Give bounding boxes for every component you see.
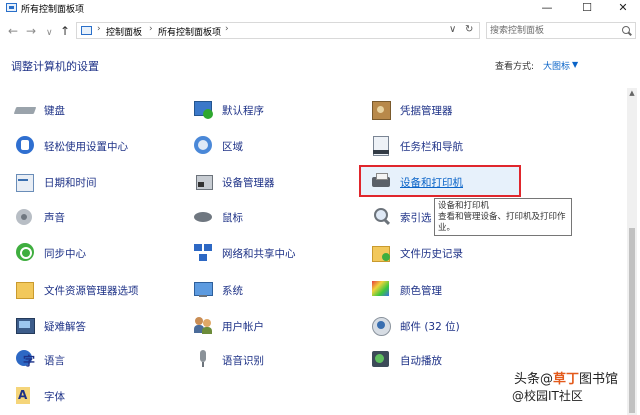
breadcrumb-separator: ›: [225, 24, 229, 34]
address-row: ← → ∨ ↑ › 控制面板 › 所有控制面板项 › ∨ ↻: [0, 20, 640, 42]
file-history-icon: [371, 242, 391, 262]
window-title: 所有控制面板项: [21, 5, 85, 15]
scroll-up-arrow-icon[interactable]: ▲: [627, 88, 637, 98]
mail-icon: [371, 315, 391, 336]
item-label: 凭据管理器: [400, 105, 453, 117]
control-panel-icon: [6, 3, 17, 12]
item-label: 文件历史记录: [400, 248, 463, 260]
item-label: 文件资源管理器选项: [44, 285, 139, 297]
printer-icon: [371, 171, 391, 191]
network-icon: [193, 242, 213, 262]
title-bar: 所有控制面板项 — ☐ ✕: [0, 0, 640, 16]
item-label: 设备和打印机: [400, 177, 463, 189]
watermark-part: 头条: [514, 372, 541, 387]
item-label: 轻松使用设置中心: [44, 141, 128, 153]
item-label: 日期和时间: [44, 177, 97, 189]
item-label: 任务栏和导航: [400, 141, 463, 153]
watermark-part: 图书馆: [579, 372, 619, 387]
page-title: 调整计算机的设置: [11, 60, 99, 73]
back-button[interactable]: ←: [8, 23, 18, 39]
watermark-line2: @校园IT社区: [512, 389, 583, 403]
chevron-down-icon[interactable]: ▼: [572, 60, 578, 69]
control-panel-icon: [81, 26, 92, 35]
forward-button[interactable]: →: [26, 23, 36, 39]
view-by-dropdown[interactable]: 大图标: [543, 59, 570, 72]
folder-options-icon: [15, 279, 35, 299]
item-label: 邮件 (32 位): [400, 321, 460, 333]
vault-icon: [371, 99, 391, 120]
item-label: 设备管理器: [222, 177, 275, 189]
item-label: 自动播放: [400, 355, 442, 367]
item-label: 网络和共享中心: [222, 248, 296, 260]
default-programs-icon: [193, 99, 213, 119]
item-label: 颜色管理: [400, 285, 442, 297]
item-label: 区域: [222, 141, 243, 153]
computer-icon: [193, 279, 213, 299]
up-button[interactable]: ↑: [60, 23, 70, 39]
breadcrumb-separator: ›: [149, 24, 153, 34]
address-bar[interactable]: › 控制面板 › 所有控制面板项 › ∨ ↻: [76, 22, 480, 39]
refresh-button[interactable]: ↻: [465, 24, 473, 35]
magnifier-icon: [371, 206, 391, 226]
watermark-part: @: [540, 372, 554, 387]
sync-icon: [15, 242, 35, 262]
item-label: 声音: [44, 212, 65, 224]
address-dropdown-button[interactable]: ∨: [449, 24, 456, 35]
microphone-icon: [193, 349, 213, 369]
color-management-icon: [371, 279, 391, 299]
item-label: 同步中心: [44, 248, 86, 260]
item-label: 键盘: [44, 105, 65, 117]
breadcrumb-control-panel[interactable]: 控制面板: [106, 25, 142, 38]
close-button[interactable]: ✕: [608, 0, 638, 16]
recent-locations-button[interactable]: ∨: [46, 25, 53, 41]
globe-clock-icon: [193, 135, 213, 155]
font-icon: A: [15, 385, 35, 405]
taskbar-icon: [371, 135, 391, 156]
tooltip-title: 设备和打印机: [438, 201, 490, 211]
minimize-button[interactable]: —: [532, 0, 562, 16]
search-input[interactable]: [490, 24, 610, 37]
language-icon: 字: [15, 349, 35, 369]
mouse-icon: [193, 206, 213, 226]
troubleshoot-icon: [15, 315, 35, 335]
watermark-part: 草丁: [553, 372, 580, 387]
item-label: 鼠标: [222, 212, 243, 224]
speaker-icon: [15, 206, 35, 226]
item-label: 语言: [44, 355, 65, 367]
item-label: 系统: [222, 285, 243, 297]
item-label: 疑难解答: [44, 321, 86, 333]
search-icon[interactable]: [622, 26, 630, 34]
search-box: [486, 22, 636, 39]
item-label: 语音识别: [222, 355, 264, 367]
tooltip-text: 查看和管理设备、打印机及打印作业。: [438, 212, 566, 233]
item-label: 索引选: [400, 212, 432, 224]
users-icon: [193, 315, 213, 335]
keyboard-icon: [13, 99, 37, 119]
tooltip: 设备和打印机 查看和管理设备、打印机及打印作业。: [434, 198, 572, 236]
scrollbar-thumb[interactable]: [629, 228, 635, 413]
breadcrumb-all-items[interactable]: 所有控制面板项: [158, 25, 221, 38]
device-manager-icon: [193, 171, 213, 191]
breadcrumb-separator: ›: [97, 24, 101, 34]
calendar-clock-icon: [15, 171, 35, 192]
maximize-button[interactable]: ☐: [572, 0, 602, 16]
accessibility-icon: [15, 135, 35, 155]
vertical-scrollbar[interactable]: ▲: [627, 88, 637, 415]
watermark: 头条@草丁图书馆: [514, 368, 618, 387]
item-label: 用户帐户: [222, 321, 264, 333]
item-label: 默认程序: [222, 105, 264, 117]
autoplay-icon: [371, 349, 391, 369]
item-label: 字体: [44, 391, 65, 403]
view-by-label: 查看方式:: [495, 62, 535, 72]
